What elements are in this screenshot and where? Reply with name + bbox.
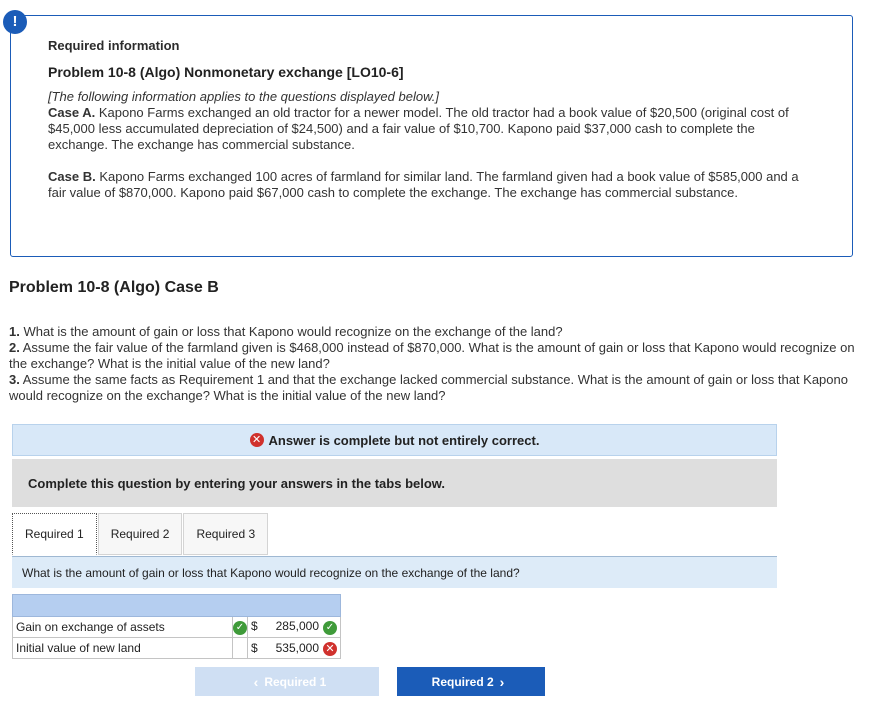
land-label-cell[interactable]: Initial value of new land xyxy=(12,637,233,659)
label-status-cell: ✓ xyxy=(232,616,248,638)
answer-status-text: Answer is complete but not entirely corr… xyxy=(268,432,540,448)
currency-symbol: $ xyxy=(251,619,258,633)
previous-button-label: Required 1 xyxy=(264,674,327,689)
chevron-left-icon: ‹ xyxy=(253,673,259,690)
question-text: What is the amount of gain or loss that … xyxy=(23,324,563,339)
next-requirement-button[interactable]: Required 2 › xyxy=(397,667,545,696)
gain-label-cell[interactable]: Gain on exchange of assets xyxy=(12,616,233,638)
label-status-cell xyxy=(232,637,248,659)
row-label: Gain on exchange of assets xyxy=(16,620,165,634)
info-intro: [The following information applies to th… xyxy=(48,89,439,104)
question-item: 1. What is the amount of gain or loss th… xyxy=(9,324,859,340)
table-header-cell xyxy=(12,594,341,617)
next-button-label: Required 2 xyxy=(431,674,494,689)
case-a-paragraph: Case A. Kapono Farms exchanged an old tr… xyxy=(48,105,818,153)
currency-symbol: $ xyxy=(251,640,258,655)
land-value[interactable]: 535,000 xyxy=(265,641,319,655)
question-number: 3. xyxy=(9,372,20,387)
required-information-panel: Required information Problem 10-8 (Algo)… xyxy=(10,15,853,257)
tab-required-1[interactable]: Required 1 xyxy=(12,513,97,555)
tab-required-3[interactable]: Required 3 xyxy=(183,513,269,555)
case-b-label: Case B. xyxy=(48,169,96,184)
question-item: 2. Assume the fair value of the farmland… xyxy=(9,340,859,372)
previous-requirement-button[interactable]: ‹ Required 1 xyxy=(195,667,379,696)
instructions-text: Complete this question by entering your … xyxy=(28,475,446,491)
check-circle-icon: ✓ xyxy=(233,621,247,635)
answer-status-banner: ✕ Answer is complete but not entirely co… xyxy=(12,424,777,456)
gain-value[interactable]: 285,000 xyxy=(265,619,319,633)
requirement-tabs: Required 1 Required 2 Required 3 xyxy=(12,513,269,555)
tab-required-2[interactable]: Required 2 xyxy=(97,513,183,555)
instructions-bar: Complete this question by entering your … xyxy=(12,459,777,507)
land-value-cell[interactable]: $535,000 ✕ xyxy=(247,637,341,659)
answer-table: Gain on exchange of assets ✓ $285,000 ✓ I… xyxy=(12,594,341,659)
question-text: Assume the same facts as Requirement 1 a… xyxy=(9,372,848,403)
tab-question-text: What is the amount of gain or loss that … xyxy=(22,565,520,580)
case-a-label: Case A. xyxy=(48,105,96,120)
case-b-text: Kapono Farms exchanged 100 acres of farm… xyxy=(48,169,799,200)
question-list: 1. What is the amount of gain or loss th… xyxy=(9,324,859,404)
x-circle-icon: ✕ xyxy=(323,641,337,656)
row-label: Initial value of new land xyxy=(16,641,141,655)
info-content: Required information Problem 10-8 (Algo)… xyxy=(48,38,818,201)
table-row: Gain on exchange of assets ✓ $285,000 ✓ xyxy=(12,616,341,638)
gain-value-cell[interactable]: $285,000 ✓ xyxy=(247,616,341,638)
table-row: Initial value of new land $535,000 ✕ xyxy=(12,637,341,659)
question-number: 2. xyxy=(9,340,20,355)
case-title: Problem 10-8 (Algo) Case B xyxy=(9,279,219,296)
case-a-text: Kapono Farms exchanged an old tractor fo… xyxy=(48,105,789,152)
tab-question: What is the amount of gain or loss that … xyxy=(12,556,777,588)
case-b-paragraph: Case B. Kapono Farms exchanged 100 acres… xyxy=(48,169,818,201)
question-text: Assume the fair value of the farmland gi… xyxy=(9,340,855,371)
info-heading: Required information xyxy=(48,38,180,53)
check-circle-icon: ✓ xyxy=(323,621,337,635)
x-circle-icon: ✕ xyxy=(249,433,264,447)
chevron-right-icon: › xyxy=(499,673,505,690)
table-header-row xyxy=(12,594,341,617)
question-item: 3. Assume the same facts as Requirement … xyxy=(9,372,859,404)
question-number: 1. xyxy=(9,324,20,339)
problem-title: Problem 10-8 (Algo) Nonmonetary exchange… xyxy=(48,64,404,80)
